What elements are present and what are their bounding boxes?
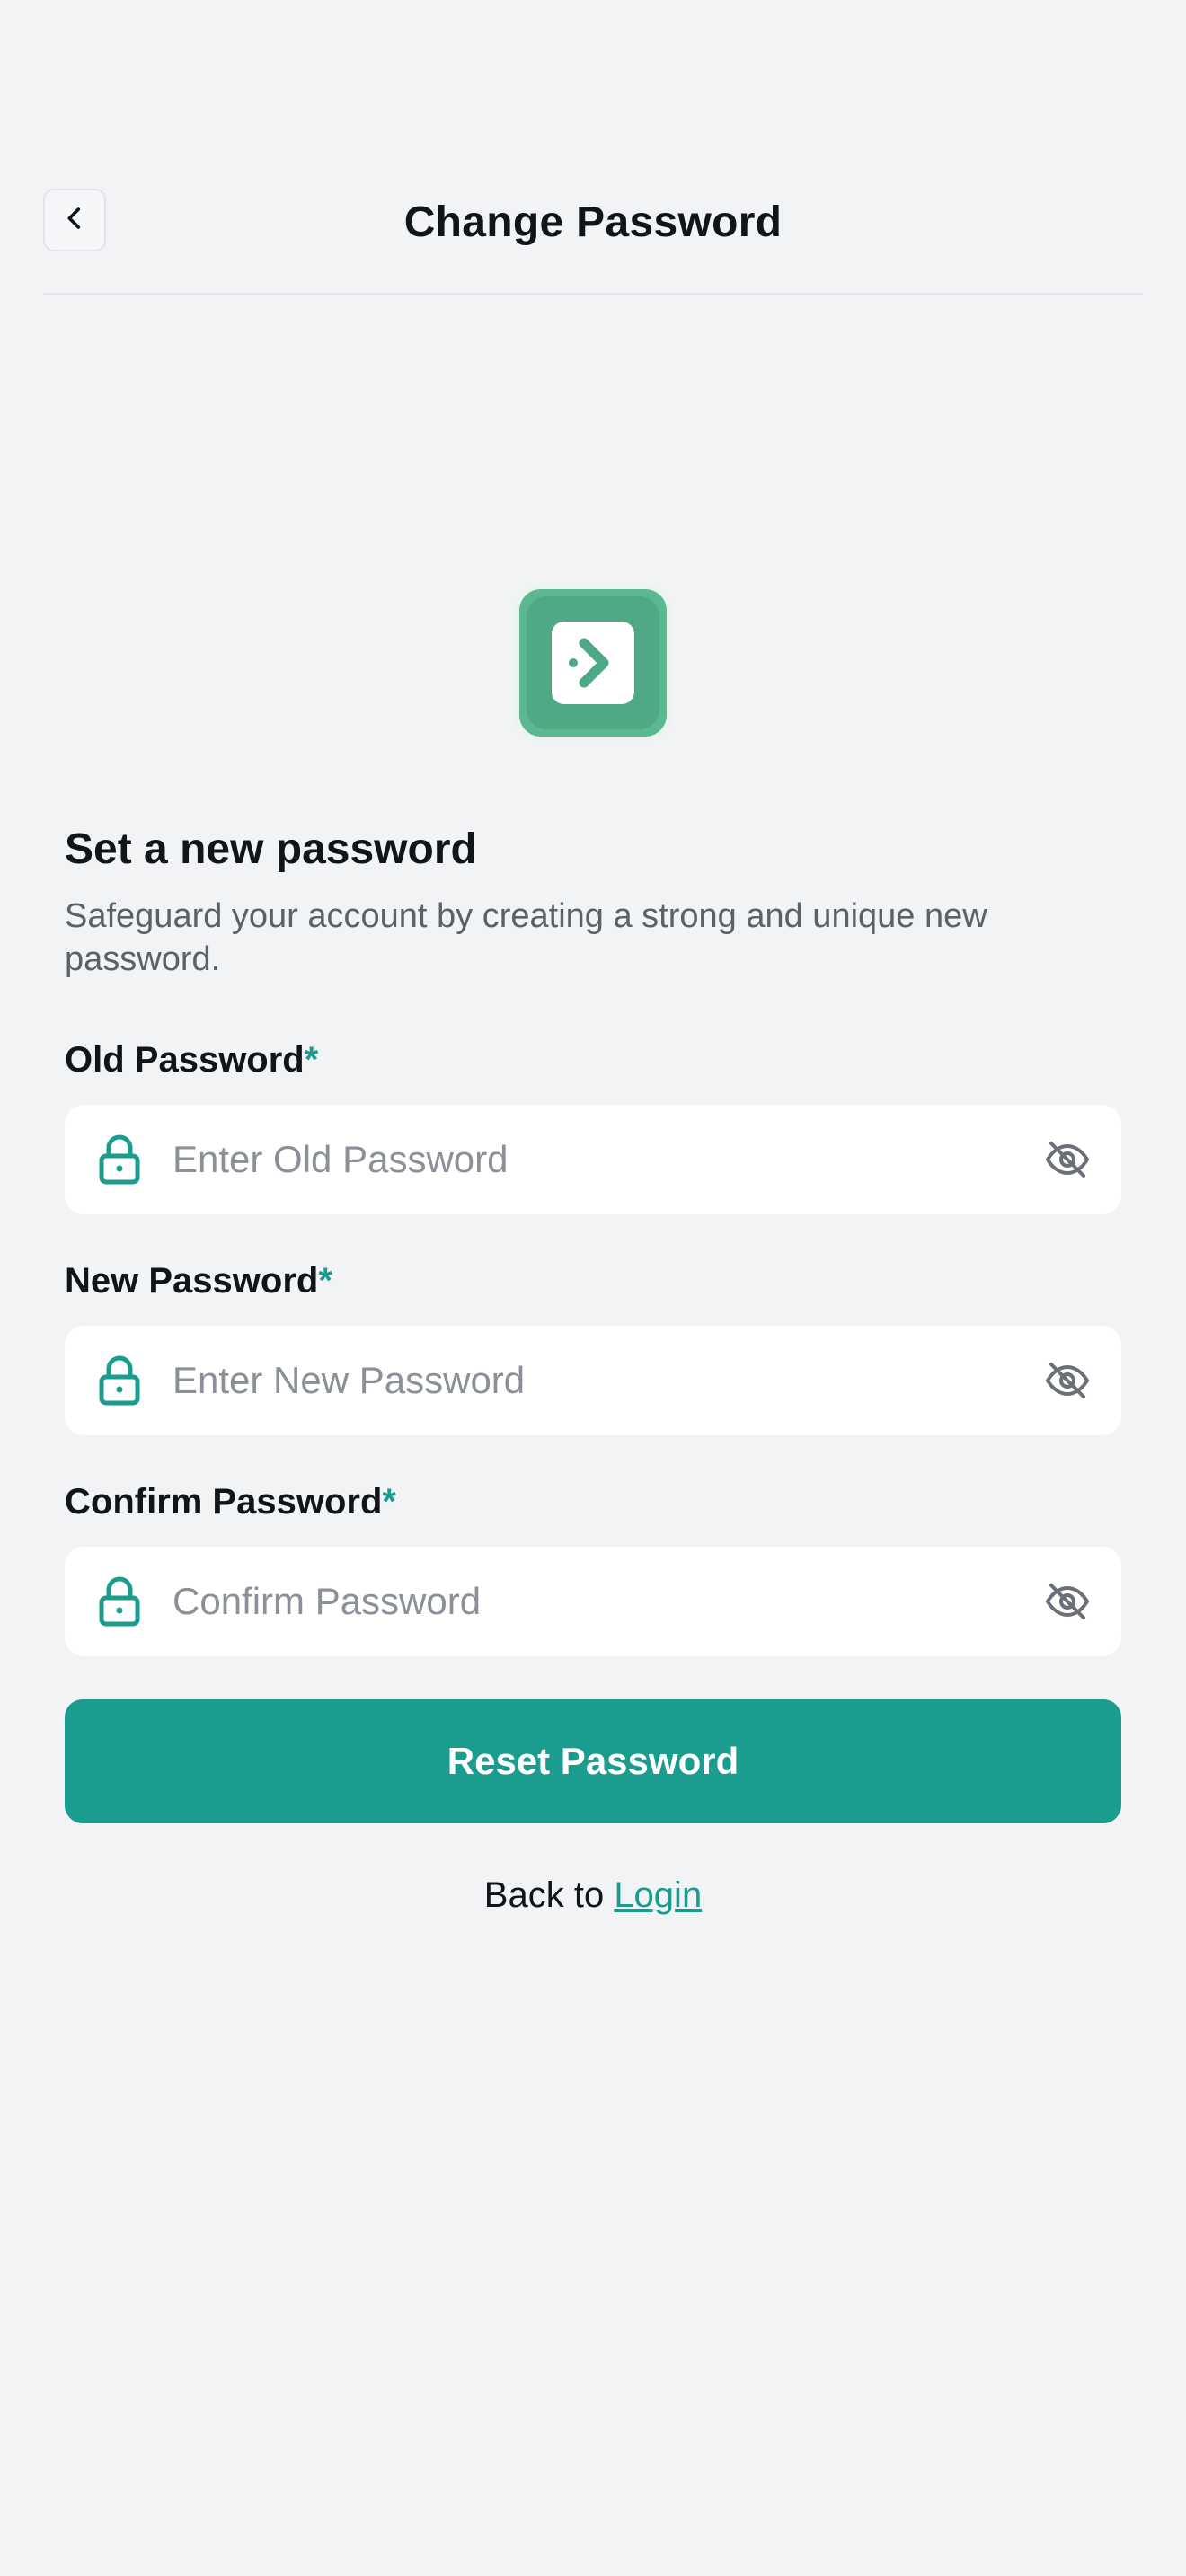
login-link[interactable]: Login — [614, 1875, 702, 1915]
old-password-label-text: Old Password — [65, 1040, 305, 1080]
lock-icon — [97, 1134, 142, 1186]
confirm-password-field[interactable] — [65, 1547, 1121, 1656]
eye-off-icon[interactable] — [1044, 1580, 1091, 1623]
section-title: Set a new password — [65, 825, 477, 873]
eye-off-icon[interactable] — [1044, 1359, 1091, 1402]
back-to-login: Back to Login — [0, 1875, 1186, 1916]
lock-icon — [97, 1354, 142, 1407]
old-password-input[interactable] — [173, 1105, 981, 1214]
eye-off-icon[interactable] — [1044, 1138, 1091, 1181]
reset-password-button[interactable]: Reset Password — [65, 1699, 1121, 1823]
required-mark: * — [382, 1482, 396, 1522]
lock-icon — [97, 1575, 142, 1628]
new-password-input[interactable] — [173, 1326, 981, 1435]
app-logo — [514, 584, 672, 742]
confirm-password-label-text: Confirm Password — [65, 1482, 383, 1522]
back-to-prefix: Back to — [483, 1875, 615, 1915]
old-password-label: Old Password* — [65, 1040, 318, 1081]
old-password-field[interactable] — [65, 1105, 1121, 1214]
page-title: Change Password — [403, 198, 783, 246]
required-mark: * — [304, 1040, 319, 1080]
required-mark: * — [318, 1261, 332, 1301]
reset-password-button-label: Reset Password — [447, 1740, 739, 1782]
app-logo-icon — [527, 596, 659, 729]
confirm-password-label: Confirm Password* — [65, 1482, 396, 1522]
new-password-field[interactable] — [65, 1326, 1121, 1435]
new-password-label: New Password* — [65, 1261, 332, 1301]
change-password-screen: Change Password Set a new password Safeg… — [0, 0, 1186, 2576]
header-bar: Change Password — [43, 189, 1143, 295]
section-description: Safeguard your account by creating a str… — [65, 897, 987, 978]
new-password-label-text: New Password — [65, 1261, 319, 1301]
confirm-password-input[interactable] — [173, 1547, 981, 1656]
